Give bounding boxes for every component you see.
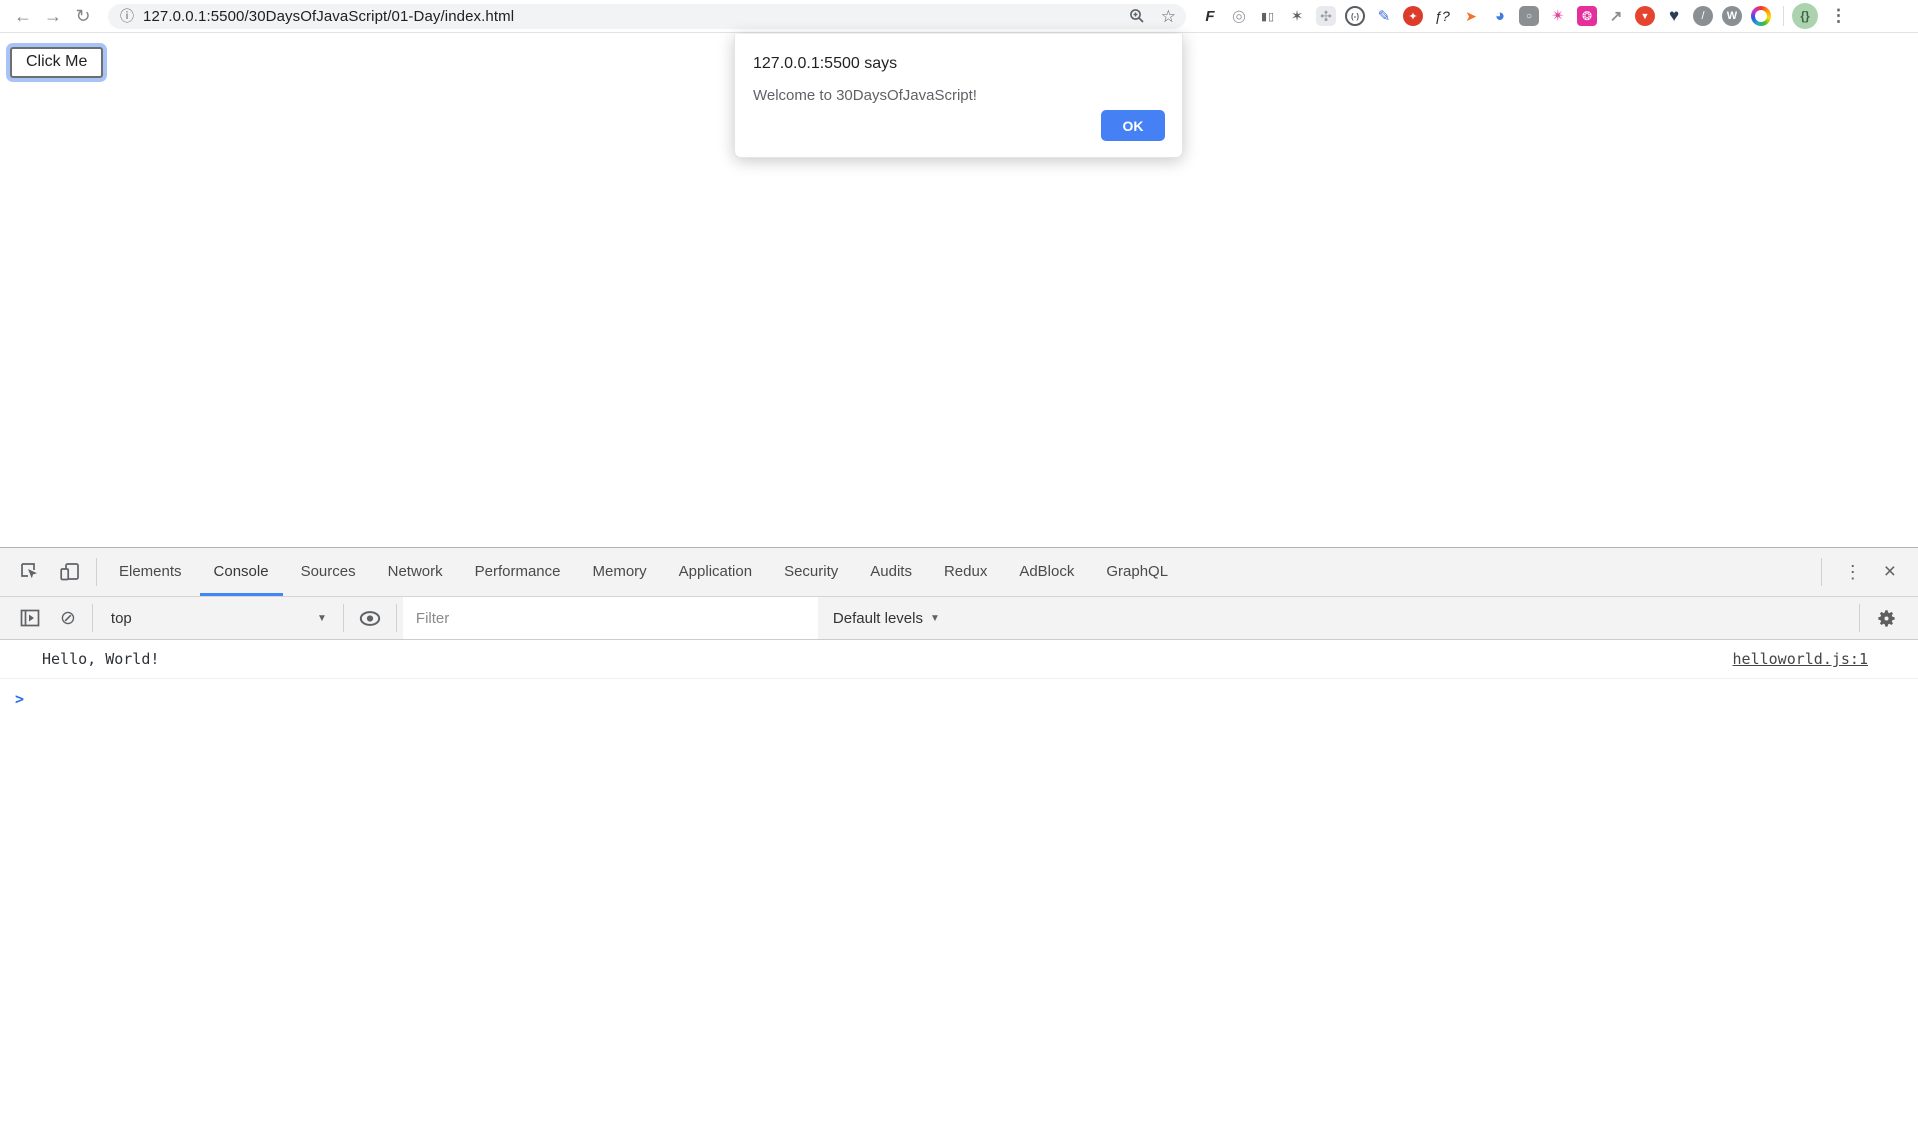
tab-adblock[interactable]: AdBlock xyxy=(1003,548,1090,596)
loom-icon[interactable]: / xyxy=(1693,6,1713,26)
devtools-panel: Elements Console Sources Network Perform… xyxy=(0,547,1918,1146)
context-selector-value: top xyxy=(111,610,132,627)
tab-application[interactable]: Application xyxy=(663,548,768,596)
device-toolbar-icon[interactable] xyxy=(59,561,81,583)
devtools-tabbar: Elements Console Sources Network Perform… xyxy=(0,548,1918,597)
url-text[interactable]: 127.0.0.1:5500/30DaysOfJavaScript/01-Day… xyxy=(143,8,514,25)
console-source-link[interactable]: helloworld.js:1 xyxy=(1733,650,1868,668)
tab-performance[interactable]: Performance xyxy=(459,548,577,596)
devtools-close-icon[interactable]: × xyxy=(1878,560,1902,584)
tab-redux[interactable]: Redux xyxy=(928,548,1003,596)
toolbar-divider-1 xyxy=(92,604,93,632)
bookmark-star-icon[interactable]: ☆ xyxy=(1161,8,1176,25)
toolbar-right-divider xyxy=(1859,604,1860,632)
log-levels-selector[interactable]: Default levels ▼ xyxy=(833,610,940,627)
prompt-chevron-icon: > xyxy=(15,690,24,708)
toolbar-divider-3 xyxy=(396,604,397,632)
color-wheel-icon[interactable] xyxy=(1751,6,1771,26)
console-toolbar: ⊘ top ▼ Default levels ▼ xyxy=(0,597,1918,640)
tab-security[interactable]: Security xyxy=(768,548,854,596)
alert-ok-button[interactable]: OK xyxy=(1101,110,1165,141)
json-viewer-icon[interactable]: (-) xyxy=(1345,6,1365,26)
console-message-text: Hello, World! xyxy=(42,650,159,668)
alert-title: 127.0.0.1:5500 says xyxy=(753,55,1164,73)
fonts-ninja-icon[interactable]: F xyxy=(1200,6,1220,26)
tabbar-right-divider xyxy=(1821,558,1822,586)
console-message-row: Hello, World! helloworld.js:1 xyxy=(0,640,1918,679)
click-me-button[interactable]: Click Me xyxy=(10,47,103,78)
bookmark-icon[interactable]: ▼ xyxy=(1635,6,1655,26)
console-sidebar-toggle-icon[interactable] xyxy=(19,607,41,629)
fn-question-icon[interactable]: ƒ? xyxy=(1432,6,1452,26)
log-levels-label: Default levels xyxy=(833,610,923,627)
alert-message: Welcome to 30DaysOfJavaScript! xyxy=(753,87,1164,104)
eye-icon[interactable] xyxy=(359,607,381,629)
toolbar-divider-2 xyxy=(343,604,344,632)
extensions-row: F ◎ ▮▯ ✶ ✣ (-) ✎ ✦ ƒ? ➤ ◕ ○ ✴ ❂ ↗ ▼ ♥ / … xyxy=(1200,6,1771,26)
browser-menu-icon[interactable]: ⋮ xyxy=(1830,6,1847,26)
toolbar-divider xyxy=(1783,6,1784,26)
lens-icon[interactable]: ◎ xyxy=(1229,6,1249,26)
filter-input[interactable] xyxy=(403,597,818,639)
back-icon[interactable]: ← xyxy=(8,6,38,27)
chevron-down-icon: ▼ xyxy=(317,613,327,624)
browser-toolbar: ← → ↻ ⓘ 127.0.0.1:5500/30DaysOfJavaScrip… xyxy=(0,0,1918,33)
bug-icon[interactable]: ✶ xyxy=(1287,6,1307,26)
tab-elements[interactable]: Elements xyxy=(103,548,198,596)
redux-devtools-icon[interactable]: ✴ xyxy=(1548,6,1568,26)
react-devtools-icon[interactable]: ✣ xyxy=(1316,6,1336,26)
color-picker-icon[interactable]: ✎ xyxy=(1374,6,1394,26)
settings-gear-icon[interactable] xyxy=(1875,607,1897,629)
tab-graphql[interactable]: GraphQL xyxy=(1090,548,1184,596)
context-selector[interactable]: top ▼ xyxy=(99,610,337,627)
url-bar[interactable]: ⓘ 127.0.0.1:5500/30DaysOfJavaScript/01-D… xyxy=(108,4,1186,29)
wappalyzer-icon[interactable]: W xyxy=(1722,6,1742,26)
heart-search-icon[interactable]: ♥ xyxy=(1664,6,1684,26)
devtools-menu-icon[interactable]: ⋮ xyxy=(1832,562,1874,583)
adblock-icon[interactable]: ✦ xyxy=(1403,6,1423,26)
tag-assistant-icon[interactable]: ↗ xyxy=(1606,6,1626,26)
alert-dialog: 127.0.0.1:5500 says Welcome to 30DaysOfJ… xyxy=(734,34,1183,158)
tab-network[interactable]: Network xyxy=(372,548,459,596)
tab-audits[interactable]: Audits xyxy=(854,548,928,596)
tab-console[interactable]: Console xyxy=(198,548,285,596)
megaphone-icon[interactable]: ➤ xyxy=(1461,6,1481,26)
inspect-element-icon[interactable] xyxy=(19,561,41,583)
tab-sources[interactable]: Sources xyxy=(285,548,372,596)
chevron-down-icon: ▼ xyxy=(930,613,940,624)
swirl-icon[interactable]: ◕ xyxy=(1490,6,1510,26)
profile-avatar[interactable]: {} xyxy=(1792,3,1818,29)
tab-memory[interactable]: Memory xyxy=(577,548,663,596)
camera-icon[interactable]: ○ xyxy=(1519,6,1539,26)
clear-console-icon[interactable]: ⊘ xyxy=(60,607,76,630)
split-view-icon[interactable]: ▮▯ xyxy=(1258,6,1278,26)
zoom-page-icon[interactable] xyxy=(1129,8,1145,24)
pink-gear-icon[interactable]: ❂ xyxy=(1577,6,1597,26)
site-info-icon[interactable]: ⓘ xyxy=(120,6,134,26)
tabbar-divider xyxy=(96,558,97,586)
forward-icon[interactable]: → xyxy=(38,6,68,27)
console-prompt[interactable]: > xyxy=(0,679,1918,718)
reload-icon[interactable]: ↻ xyxy=(68,6,98,27)
